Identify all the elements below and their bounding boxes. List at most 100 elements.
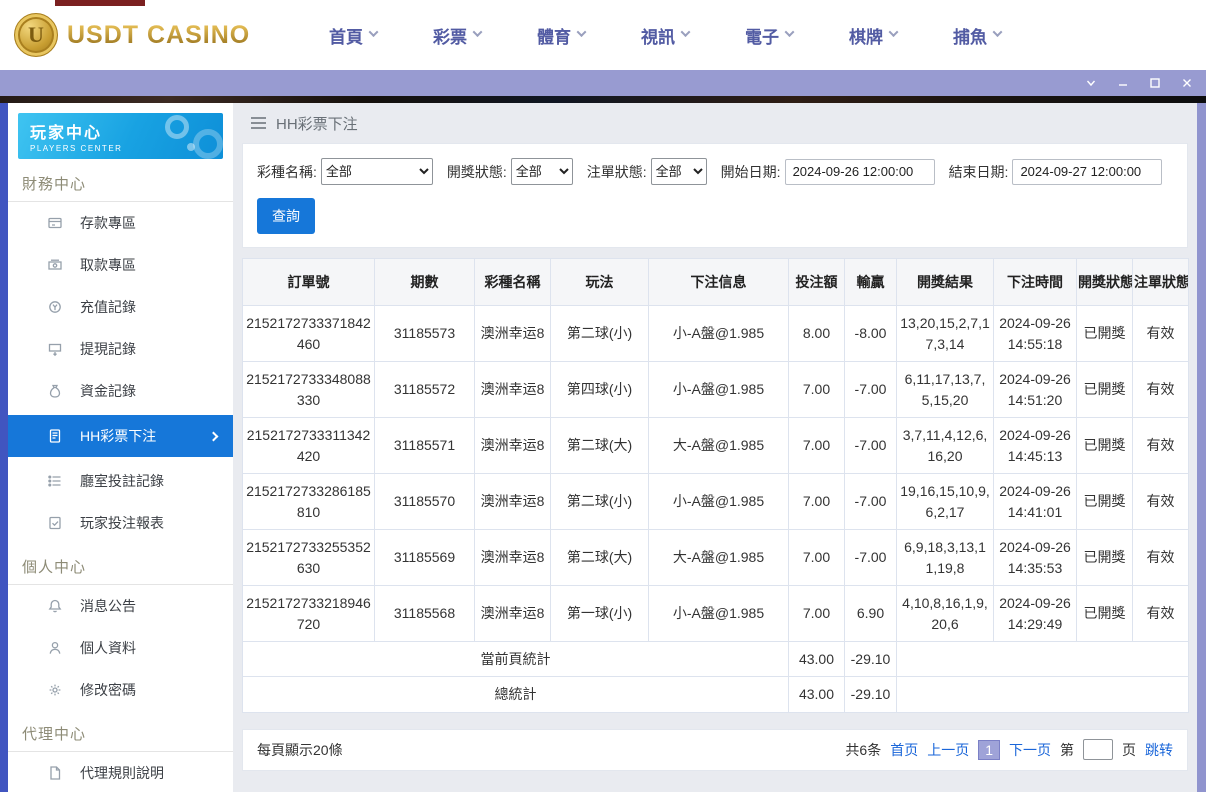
order-status-label: 注單狀態: [586, 163, 647, 180]
sidebar-item-funds-record[interactable]: 資金記錄 [8, 370, 233, 412]
sidebar-item-withdrawal-record[interactable]: 提現記錄 [8, 328, 233, 370]
sidebar-item-label: 充值記錄 [80, 299, 136, 315]
window-chevron-icon[interactable] [1084, 76, 1098, 90]
screen-edge-artifact [55, 0, 145, 6]
cell-lottery: 澳洲幸运8 [474, 529, 551, 586]
draw-status-select[interactable]: 全部 [510, 158, 573, 185]
window-maximize-icon[interactable] [1148, 76, 1162, 90]
sidebar-item-profile[interactable]: 個人資料 [8, 627, 233, 669]
players-center-header: 玩家中心 PLAYERS CENTER [18, 113, 223, 159]
end-date-input[interactable] [1012, 158, 1163, 185]
grand-totals-row: 總統計 43.00 -29.10 [242, 676, 1189, 713]
sidebar-item-label: 存款專區 [80, 215, 136, 231]
sidebar-item-label: 消息公告 [80, 598, 136, 614]
player-bet-report-icon [46, 514, 64, 532]
table-row: 2152172733371842460 31185573 澳洲幸运8 第二球(小… [242, 305, 1189, 362]
cell-period: 31185568 [374, 585, 475, 642]
nav-item-home[interactable]: 首頁 [301, 23, 405, 48]
sidebar-item-label: 資金記錄 [80, 383, 136, 399]
site-logo[interactable]: U USDT CASINO [14, 13, 249, 57]
col-header-play: 玩法 [550, 258, 649, 306]
deposit-icon [46, 214, 64, 232]
sidebar-item-change-password[interactable]: 修改密碼 [8, 669, 233, 711]
nav-label: 視訊 [641, 27, 675, 47]
document-icon [46, 764, 64, 782]
sidebar-item-deposit[interactable]: 存款專區 [8, 202, 233, 244]
sidebar-item-hh-lottery-bet[interactable]: HH彩票下注 [8, 415, 233, 457]
grand-totals-empty [896, 676, 1189, 713]
cell-bet-info: 小-A盤@1.985 [648, 585, 789, 642]
chevron-down-icon [472, 27, 483, 38]
table-row: 2152172733255352630 31185569 澳洲幸运8 第二球(大… [242, 529, 1189, 586]
sidebar-item-hall-bet-record[interactable]: 廳室投註記錄 [8, 460, 233, 502]
cell-amount: 7.00 [788, 473, 845, 530]
top-bar: U USDT CASINO 首頁 彩票 體育 視訊 電子 棋牌 捕魚 [0, 0, 1206, 70]
jump-label-after: 页 [1122, 741, 1136, 758]
section-heading-finance: 財務中心 [8, 161, 233, 202]
sidebar-item-recharge-record[interactable]: 充值記錄 [8, 286, 233, 328]
nav-item-lottery[interactable]: 彩票 [405, 23, 509, 48]
cell-bet-info: 大-A盤@1.985 [648, 417, 789, 474]
decor-dot-icon [187, 143, 195, 151]
content-area: 玩家中心 PLAYERS CENTER 財務中心 存款專區 取款專區 充值記錄 [0, 103, 1206, 792]
players-center-subtitle: PLAYERS CENTER [30, 144, 123, 153]
withdrawal-record-icon [46, 340, 64, 358]
order-status-select[interactable]: 全部 [650, 158, 707, 185]
search-button[interactable]: 查詢 [257, 198, 315, 234]
sidebar-item-withdraw[interactable]: 取款專區 [8, 244, 233, 286]
jump-action-link[interactable]: 跳转 [1145, 740, 1173, 760]
lottery-name-select[interactable]: 全部 [320, 158, 433, 185]
col-header-period: 期數 [374, 258, 475, 306]
jump-label-before: 第 [1060, 741, 1074, 758]
section-heading-personal: 個人中心 [8, 544, 233, 585]
bell-icon [46, 597, 64, 615]
start-date-label: 開始日期: [720, 163, 781, 180]
next-page-link[interactable]: 下一页 [1009, 740, 1051, 760]
nav-item-chess[interactable]: 棋牌 [821, 23, 925, 48]
cell-order-no: 2152172733255352630 [242, 529, 375, 586]
cell-order-status: 有效 [1132, 417, 1189, 474]
cell-bet-info: 小-A盤@1.985 [648, 305, 789, 362]
page-totals-amount: 43.00 [788, 640, 845, 678]
section-heading-agent: 代理中心 [8, 711, 233, 752]
page-totals-label: 當前頁統計 [242, 640, 789, 678]
main-nav: 首頁 彩票 體育 視訊 電子 棋牌 捕魚 [301, 23, 1029, 48]
nav-item-fishing[interactable]: 捕魚 [925, 23, 1029, 48]
nav-item-sports[interactable]: 體育 [509, 23, 613, 48]
nav-label: 首頁 [329, 27, 363, 47]
chevron-down-icon [576, 27, 587, 38]
prev-page-link[interactable]: 上一页 [927, 740, 969, 760]
jump-page-input[interactable] [1083, 739, 1113, 761]
pagination-controls: 共6条 首页 上一页 1 下一页 第 页 跳转 [845, 739, 1173, 761]
nav-item-video[interactable]: 視訊 [613, 23, 717, 48]
sidebar-item-label: 代理規則說明 [80, 765, 164, 781]
decor-chip-icon [165, 115, 189, 139]
cell-winloss: -8.00 [844, 305, 897, 362]
cell-play: 第一球(小) [550, 585, 649, 642]
bet-records-table: 訂單號 期數 彩種名稱 玩法 下注信息 投注額 輸贏 開獎結果 下注時間 開獎狀… [242, 258, 1189, 713]
main-panel: HH彩票下注 彩種名稱: 全部 開獎狀態: 全部 注單狀態: 全部 開始日期: [233, 103, 1197, 792]
gear-icon [46, 681, 64, 699]
cell-play: 第四球(小) [550, 361, 649, 418]
cell-draw-status: 已開獎 [1076, 473, 1133, 530]
sidebar-item-label: HH彩票下注 [80, 428, 157, 444]
sidebar-item-announcements[interactable]: 消息公告 [8, 585, 233, 627]
page-totals-row: 當前頁統計 43.00 -29.10 [242, 640, 1189, 678]
sidebar-item-label: 個人資料 [80, 640, 136, 656]
end-date-label: 結束日期: [948, 163, 1009, 180]
cell-draw-status: 已開獎 [1076, 529, 1133, 586]
sidebar-item-player-bet-report[interactable]: 玩家投注報表 [8, 502, 233, 544]
start-date-input[interactable] [784, 158, 935, 185]
menu-toggle-icon[interactable] [250, 116, 267, 130]
cell-winloss: -7.00 [844, 361, 897, 418]
decor-chip-icon [193, 129, 223, 159]
sidebar-item-label: 修改密碼 [80, 682, 136, 698]
recharge-record-icon [46, 298, 64, 316]
first-page-link[interactable]: 首页 [890, 740, 918, 760]
cell-draw-status: 已開獎 [1076, 585, 1133, 642]
window-minimize-icon[interactable] [1116, 76, 1130, 90]
sidebar-item-agent-rules[interactable]: 代理規則說明 [8, 752, 233, 792]
cell-period: 31185571 [374, 417, 475, 474]
window-close-icon[interactable] [1180, 76, 1194, 90]
nav-item-electronic[interactable]: 電子 [717, 23, 821, 48]
